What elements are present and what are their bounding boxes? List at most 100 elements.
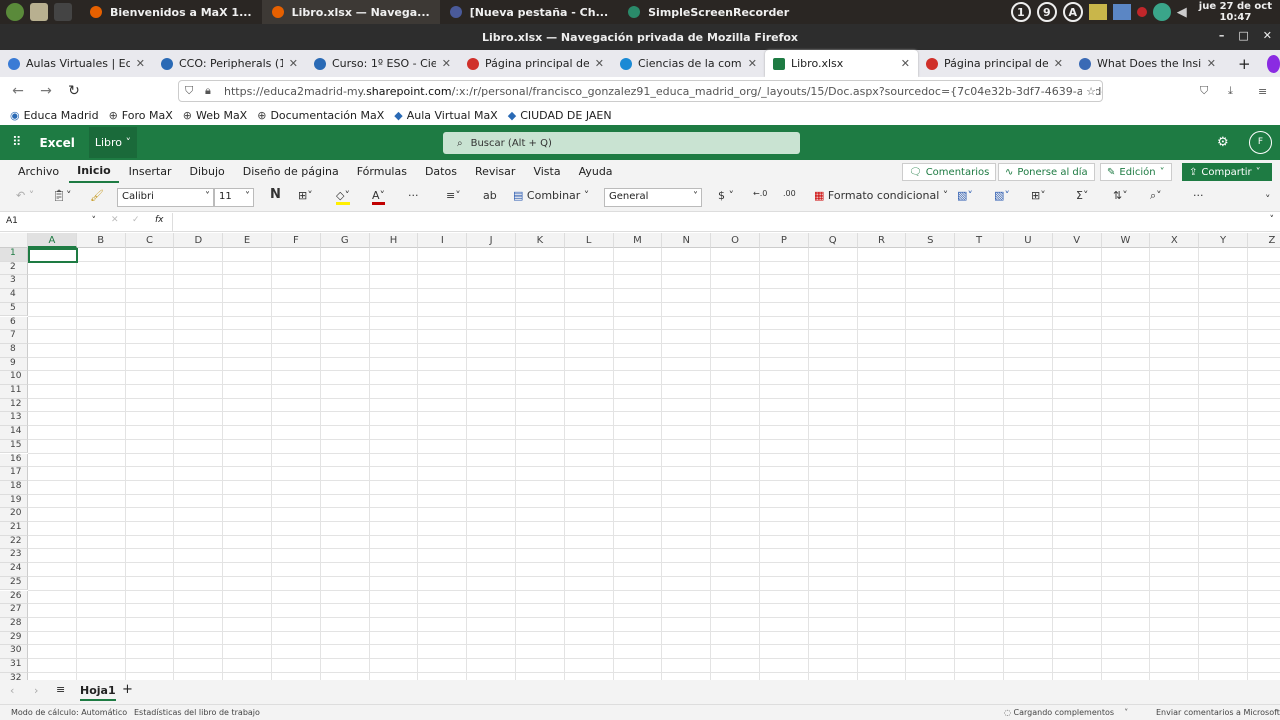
url-bar[interactable]: ⛉ 🔒︎ https://educa2madrid-my. sharepoint.… <box>178 80 1103 102</box>
ribbon-tab-diseño-de-página[interactable]: Diseño de página <box>235 160 347 183</box>
ribbon-tab-ayuda[interactable]: Ayuda <box>571 160 621 183</box>
row-header[interactable]: 28 <box>0 617 28 632</box>
bookmark-item[interactable]: ◉ Educa Madrid <box>10 109 99 122</box>
clock[interactable]: jue 27 de oct 10:47 <box>1199 1 1272 23</box>
insert-function-icon[interactable]: fx <box>155 215 164 225</box>
tray-icon[interactable]: A <box>1062 2 1083 22</box>
column-header[interactable]: P <box>760 233 809 248</box>
row-header[interactable]: 25 <box>0 576 28 591</box>
font-color-icon[interactable]: A˅ <box>372 189 386 205</box>
share-button[interactable]: ⇪ Compartir ˅ <box>1182 163 1272 181</box>
ribbon-tab-dibujo[interactable]: Dibujo <box>182 160 233 183</box>
terminal-icon[interactable] <box>54 3 72 21</box>
column-header[interactable]: G <box>320 233 370 248</box>
display-icon[interactable] <box>1088 4 1107 20</box>
font-size-select[interactable]: 11 ˅ <box>214 188 254 207</box>
autosum-icon[interactable]: Σ˅ <box>1076 189 1088 202</box>
ribbon-tab-datos[interactable]: Datos <box>417 160 465 183</box>
row-header[interactable]: 29 <box>0 631 28 646</box>
column-header[interactable]: O <box>711 233 760 248</box>
tracking-shield-icon[interactable]: ⛉ <box>185 84 193 98</box>
close-window-button[interactable]: ✕ <box>1263 29 1272 42</box>
column-header[interactable]: H <box>369 233 419 248</box>
settings-icon[interactable]: ⚙ <box>1217 135 1229 150</box>
column-header[interactable]: L <box>564 233 614 248</box>
decrease-decimal-icon[interactable]: .00 <box>783 189 796 198</box>
row-header[interactable]: 13 <box>0 412 28 427</box>
maximize-button[interactable]: □ <box>1238 29 1248 42</box>
close-tab-icon[interactable]: ✕ <box>748 57 757 70</box>
column-header[interactable]: K <box>516 233 565 248</box>
row-header[interactable]: 15 <box>0 439 28 454</box>
workbook-stats[interactable]: Estadísticas del libro de trabajo <box>134 708 260 717</box>
row-header[interactable]: 21 <box>0 522 28 536</box>
bookmark-item[interactable]: ⊕ Documentación MaX <box>257 109 384 122</box>
row-header[interactable]: 2 <box>0 261 28 276</box>
browser-tab[interactable]: CCO: Peripherals (1ºE ✕ <box>153 50 306 77</box>
row-header[interactable]: 32 <box>0 672 28 680</box>
row-header[interactable]: 7 <box>0 330 28 344</box>
name-box[interactable]: A1 ˅ <box>6 216 98 226</box>
column-header[interactable]: E <box>223 233 272 248</box>
pocket-icon[interactable]: ⛉ <box>1200 84 1208 98</box>
fill-color-icon[interactable]: ◇˅ <box>336 189 350 205</box>
borders-icon[interactable]: ⊞˅ <box>298 189 313 202</box>
loading-addins[interactable]: ◌ Cargando complementos ˅ <box>1004 708 1128 717</box>
font-family-select[interactable]: Calibri ˅ <box>117 188 214 207</box>
expand-formula-icon[interactable]: ˅ <box>1270 215 1275 225</box>
record-icon[interactable] <box>1136 7 1147 17</box>
format-painter-icon[interactable]: 🖌︎ <box>90 189 104 202</box>
column-header[interactable]: F <box>272 233 321 248</box>
bookmark-star-icon[interactable]: ☆ <box>1082 84 1096 98</box>
column-header[interactable]: A <box>28 233 77 248</box>
ribbon-tab-revisar[interactable]: Revisar <box>467 160 523 183</box>
app-menu-icon[interactable]: ≡ <box>1258 85 1267 98</box>
column-header[interactable]: M <box>613 233 663 248</box>
row-header[interactable]: 18 <box>0 480 28 495</box>
row-header[interactable]: 4 <box>0 289 28 303</box>
row-header[interactable]: 22 <box>0 535 28 550</box>
number-format-select[interactable]: General ˅ <box>604 188 702 207</box>
row-header[interactable]: 3 <box>0 275 28 290</box>
browser-tab[interactable]: Página principal de M ✕ <box>918 50 1071 77</box>
row-header[interactable]: 20 <box>0 508 28 522</box>
more-font-options-button[interactable]: ··· <box>408 189 419 202</box>
column-header[interactable]: W <box>1101 233 1151 248</box>
reload-button[interactable]: ↻ <box>60 83 88 99</box>
row-header[interactable]: 19 <box>0 494 28 509</box>
close-tab-icon[interactable]: ✕ <box>1207 57 1216 70</box>
ribbon-tab-inicio[interactable]: Inicio <box>69 160 119 183</box>
new-tab-button[interactable]: + <box>1238 55 1251 73</box>
undo-button[interactable]: ↶ ˅ <box>16 189 34 202</box>
add-sheet-button[interactable]: + <box>122 682 133 697</box>
spreadsheet-grid[interactable]: A B C D E F G H I J K L M N O P Q R S T U V W X Y Z 1 2 3 4 5 6 7 8 9 10 11 1… <box>0 233 1280 680</box>
ribbon-tab-fórmulas[interactable]: Fórmulas <box>349 160 415 183</box>
row-header[interactable]: 12 <box>0 398 28 413</box>
column-header[interactable]: X <box>1150 233 1200 248</box>
row-header[interactable]: 16 <box>0 453 28 468</box>
select-all-corner[interactable] <box>0 233 28 248</box>
file-manager-icon[interactable] <box>30 3 48 21</box>
search-box[interactable]: ⌕ Buscar (Alt + Q) <box>443 132 800 154</box>
lock-icon[interactable]: 🔒︎ <box>205 84 211 98</box>
taskbar-task[interactable]: Libro.xlsx — Navega... <box>261 0 440 24</box>
browser-tab[interactable]: Aulas Virtuales | Educ ✕ <box>0 50 153 77</box>
app-tray-icon[interactable] <box>1152 3 1171 21</box>
taskbar-task[interactable]: Bienvenidos a MaX 1... <box>80 0 262 24</box>
row-header[interactable]: 14 <box>0 426 28 440</box>
ribbon-tab-archivo[interactable]: Archivo <box>10 160 67 183</box>
conditional-format-button[interactable]: ▦ Formato condicional ˅ <box>814 189 948 202</box>
bookmark-item[interactable]: ⊕ Web MaX <box>183 109 247 122</box>
column-header[interactable]: J <box>467 233 516 248</box>
column-header[interactable]: N <box>662 233 712 248</box>
column-header[interactable]: Q <box>808 233 858 248</box>
formula-input[interactable] <box>172 213 1260 231</box>
browser-tab[interactable]: What Does the Inside ✕ <box>1071 50 1224 77</box>
row-header[interactable]: 1 <box>0 248 28 262</box>
excel-app-name[interactable]: Excel <box>40 136 75 150</box>
network-icon[interactable] <box>1112 4 1131 20</box>
merge-button[interactable]: ▤ Combinar ˅ <box>513 189 589 202</box>
prev-sheet-button[interactable]: ‹ <box>10 684 14 697</box>
comments-button[interactable]: 🗨︎ Comentarios <box>902 163 997 181</box>
sheet-tab-hoja1[interactable]: Hoja1 <box>80 684 116 701</box>
